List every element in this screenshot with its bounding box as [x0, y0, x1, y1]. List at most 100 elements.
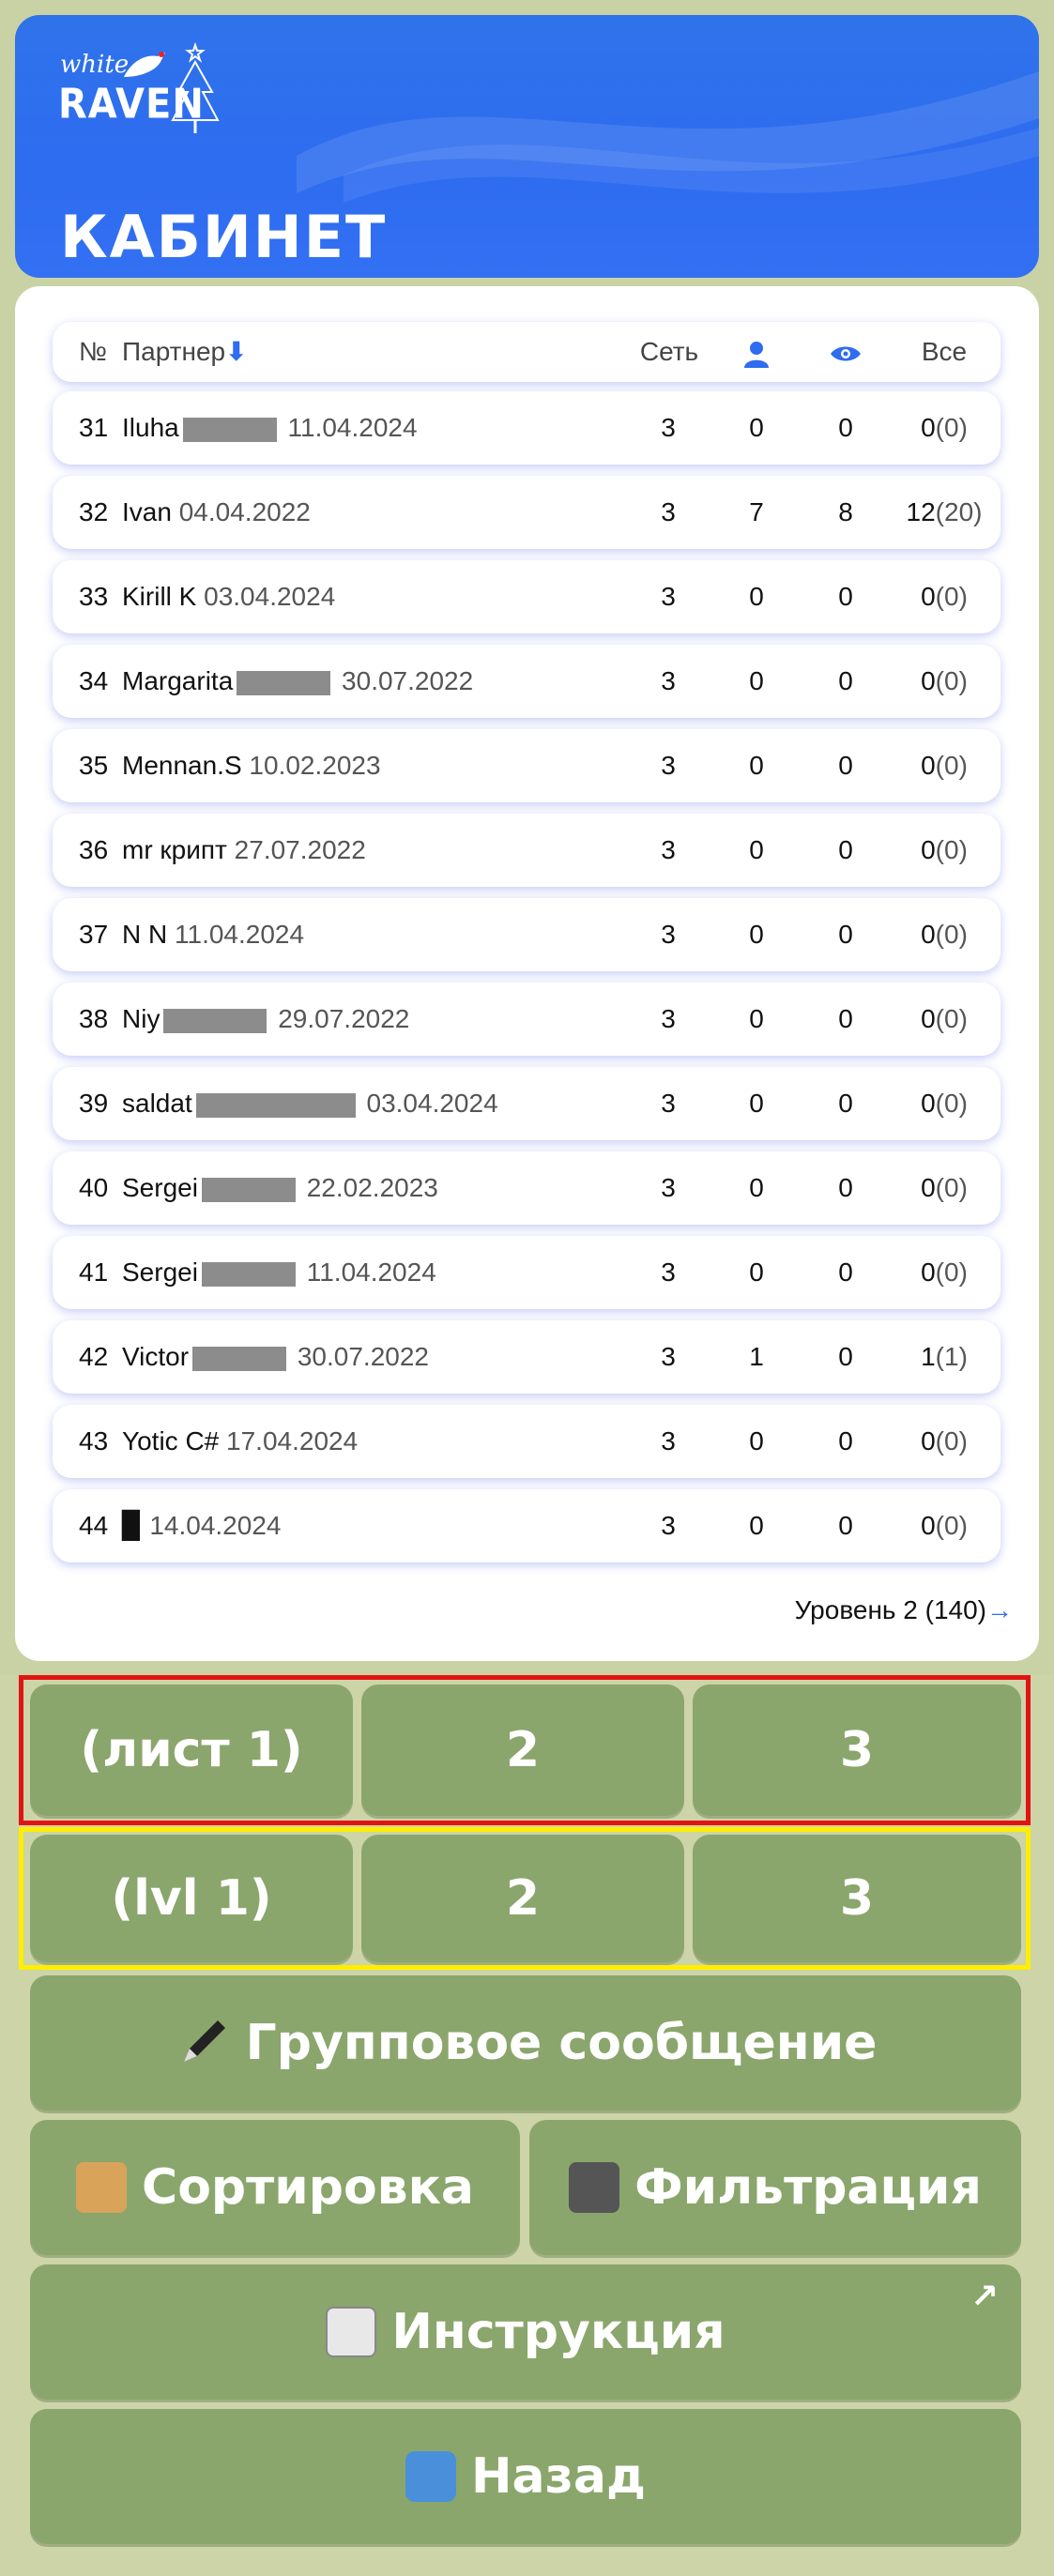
column-partner[interactable]: Партнер⬇	[122, 322, 248, 382]
row-all: 0(0)	[888, 1151, 1001, 1225]
next-level-label: Уровень 2 (140)	[794, 1595, 986, 1624]
partner-date: 30.07.2022	[342, 666, 474, 695]
row-all-total: (20)	[935, 497, 983, 526]
partner-date: 03.04.2024	[366, 1089, 498, 1118]
instruction-button[interactable]: Инструкция ↗	[30, 2264, 1021, 2400]
partner-date: 11.04.2024	[175, 920, 305, 949]
row-person: 0	[749, 1511, 764, 1540]
back-label: Назад	[471, 2448, 646, 2505]
row-all-value: 0	[921, 920, 936, 949]
column-views	[817, 322, 874, 382]
row-num: 44	[79, 1511, 109, 1540]
row-net: 3	[661, 497, 676, 526]
row-net: 3	[661, 582, 676, 611]
highlight-yellow-frame	[19, 1827, 1031, 1970]
row-all-value: 0	[921, 1004, 936, 1033]
redacted-block	[237, 670, 331, 695]
raven-bird-icon	[124, 52, 165, 77]
partner-date: 04.04.2022	[178, 497, 311, 526]
row-all: 0(0)	[888, 898, 1001, 971]
partner-name: saldat	[122, 1089, 192, 1118]
row-partner: N N 11.04.2024	[122, 898, 304, 971]
row-all-total: (0)	[935, 413, 968, 442]
row-num: 34	[79, 666, 109, 695]
row-net: 3	[661, 1089, 676, 1118]
sort-button[interactable]: Сортировка	[30, 2120, 520, 2255]
row-net: 3	[661, 1426, 676, 1456]
sort-label: Сортировка	[142, 2159, 474, 2216]
row-person: 0	[749, 1258, 764, 1287]
row-person: 0	[749, 582, 764, 611]
partner-name: Niy	[122, 1004, 160, 1033]
partner-date: 10.02.2023	[249, 751, 381, 780]
row-person: 0	[749, 413, 764, 442]
table-row[interactable]: 35 Mennan.S 10.02.2023 3 0 0 0(0)	[53, 729, 1001, 802]
column-net: Сеть	[639, 337, 699, 366]
table-row[interactable]: 33 Kirill K 03.04.2024 3 0 0 0(0)	[53, 560, 1001, 633]
row-views: 0	[838, 920, 853, 949]
back-button[interactable]: Назад	[30, 2409, 1021, 2544]
redacted-block	[182, 417, 277, 442]
row-partner: Sergei 22.02.2023	[122, 1151, 438, 1225]
table-row[interactable]: 44 ▉ 14.04.2024 3 0 0 0(0)	[53, 1489, 1001, 1562]
partner-name: Mennan.S	[122, 751, 242, 780]
column-partner-label: Партнер	[122, 337, 226, 366]
table-row[interactable]: 41 Sergei 11.04.2024 3 0 0 0(0)	[53, 1236, 1001, 1309]
row-net: 3	[661, 835, 676, 864]
row-all: 0(0)	[888, 983, 1001, 1056]
row-num: 43	[79, 1426, 109, 1456]
partner-name: Sergei	[122, 1173, 198, 1202]
row-person: 0	[749, 1426, 764, 1456]
row-num: 32	[79, 497, 109, 526]
partner-name: mr крипт	[122, 835, 227, 864]
table-row[interactable]: 43 Yotic C# 17.04.2024 3 0 0 0(0)	[53, 1405, 1001, 1478]
row-net: 3	[661, 751, 676, 780]
partner-name: N N	[122, 920, 168, 949]
table-row[interactable]: 40 Sergei 22.02.2023 3 0 0 0(0)	[53, 1151, 1001, 1225]
christmas-tree-icon	[171, 41, 220, 133]
redacted-block	[195, 1092, 356, 1118]
table-row[interactable]: 32 Ivan 04.04.2022 3 7 8 12(20)	[53, 476, 1001, 549]
filter-button[interactable]: Фильтрация	[529, 2120, 1021, 2255]
row-views: 0	[838, 1173, 853, 1202]
row-num: 36	[79, 835, 109, 864]
instruction-label: Инструкция	[391, 2304, 726, 2360]
row-partner: Yotic C# 17.04.2024	[122, 1405, 358, 1478]
group-message-button[interactable]: Групповое сообщение	[30, 1975, 1021, 2111]
row-all: 1(1)	[888, 1320, 1001, 1394]
column-num: №	[79, 337, 108, 366]
logo-top-text: white	[60, 51, 130, 79]
row-num: 33	[79, 582, 109, 611]
row-all-total: (0)	[935, 1511, 968, 1540]
table-row[interactable]: 38 Niy 29.07.2022 3 0 0 0(0)	[53, 983, 1001, 1056]
partner-name: Yotic C#	[122, 1426, 220, 1456]
row-all: 0(0)	[888, 1489, 1001, 1562]
row-views: 0	[838, 1426, 853, 1456]
row-partner: ▉ 14.04.2024	[122, 1489, 281, 1562]
row-views: 0	[838, 1342, 853, 1371]
row-views: 0	[838, 1258, 853, 1287]
row-partner: Margarita 30.07.2022	[122, 645, 473, 718]
table-row[interactable]: 34 Margarita 30.07.2022 3 0 0 0(0)	[53, 645, 1001, 718]
row-partner: Mennan.S 10.02.2023	[122, 729, 381, 802]
white-raven-logo: white RAVEN	[43, 30, 231, 143]
highlight-red-frame	[19, 1675, 1031, 1825]
row-net: 3	[661, 920, 676, 949]
eye-icon	[831, 346, 861, 361]
table-row[interactable]: 39 saldat 03.04.2024 3 0 0 0(0)	[53, 1067, 1001, 1140]
row-person: 7	[749, 497, 764, 526]
row-partner: mr крипт 27.07.2022	[122, 814, 366, 887]
row-all-value: 0	[921, 1426, 936, 1456]
row-all-value: 0	[921, 666, 936, 695]
document-icon	[326, 2307, 377, 2357]
row-views: 0	[838, 1004, 853, 1033]
row-all: 0(0)	[888, 1405, 1001, 1478]
row-person: 0	[749, 920, 764, 949]
row-num: 42	[79, 1342, 109, 1371]
table-row[interactable]: 37 N N 11.04.2024 3 0 0 0(0)	[53, 898, 1001, 971]
table-row[interactable]: 42 Victor 30.07.2022 3 1 0 1(1)	[53, 1320, 1001, 1394]
table-row[interactable]: 36 mr крипт 27.07.2022 3 0 0 0(0)	[53, 814, 1001, 887]
row-person: 0	[749, 835, 764, 864]
table-row[interactable]: 31 Iluha 11.04.2024 3 0 0 0(0)	[53, 391, 1001, 465]
next-level-link[interactable]: Уровень 2 (140)→	[795, 1595, 1013, 1625]
